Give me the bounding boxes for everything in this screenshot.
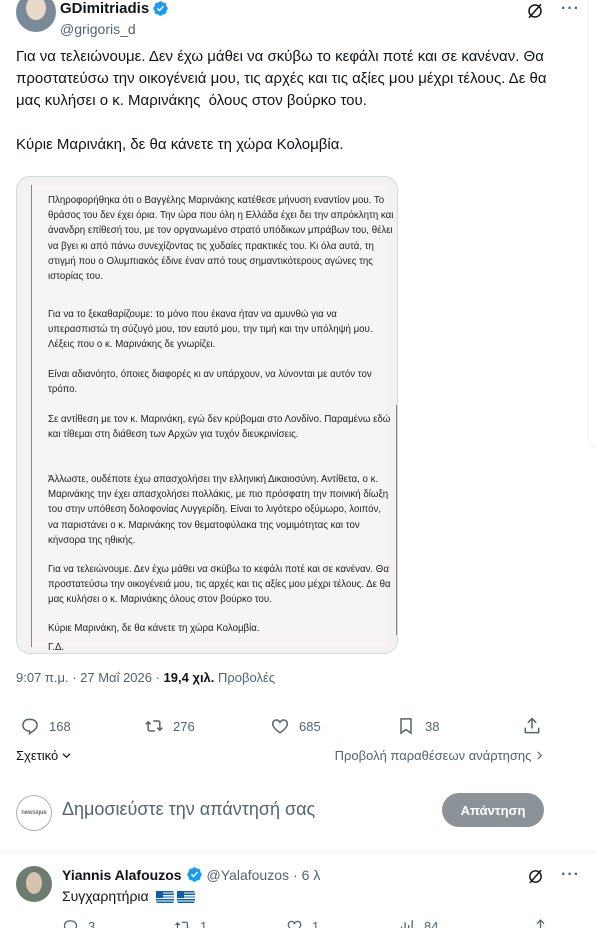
reply-views-count: 84 bbox=[424, 919, 439, 928]
letter-signature: Γ.Δ. bbox=[48, 642, 65, 653]
view-quotes-link[interactable]: Προβολή παραθέσεων ανάρτησης bbox=[335, 748, 544, 763]
reply-text-row: Συγχαρητήρια bbox=[62, 888, 195, 904]
reply-author-handle[interactable]: @Yalafouzos bbox=[207, 867, 289, 883]
grok-icon[interactable] bbox=[526, 2, 544, 20]
letter-paragraph: Για να τελειώνουμε. Δεν έχω μάθει να σκύ… bbox=[48, 564, 391, 606]
bookmark-count: 38 bbox=[425, 718, 440, 734]
reply-icon bbox=[22, 718, 38, 735]
share-button[interactable] bbox=[522, 716, 542, 736]
share-icon bbox=[534, 919, 547, 928]
letter-paragraph: Κύριε Μαρινάκη, δε θα κάνετε τη χώρα Κολ… bbox=[48, 623, 260, 634]
author-name[interactable]: GDimitriadis bbox=[60, 0, 149, 17]
letter-paragraph: Άλλωστε, ουδέποτε έχω απασχολήσει την ελ… bbox=[48, 474, 389, 546]
reply-reply-button[interactable]: 3 bbox=[62, 918, 95, 928]
repost-icon bbox=[145, 720, 163, 732]
reply-repost-count: 1 bbox=[200, 919, 208, 928]
reply-actions: 3 1 1 84 bbox=[62, 918, 580, 928]
reply-author-name[interactable]: Yiannis Alafouzos bbox=[62, 867, 182, 883]
submit-reply-button[interactable]: Απάντηση bbox=[442, 793, 544, 827]
reply-separator: · bbox=[293, 866, 298, 883]
like-icon bbox=[287, 920, 302, 928]
author-info: GDimitriadis @grigoris_d bbox=[60, 0, 169, 37]
reply-count: 168 bbox=[49, 718, 71, 734]
post-timestamp[interactable]: 9:07 π.μ. · 27 Μαΐ 2026 · bbox=[16, 670, 164, 685]
repost-button[interactable]: 276 bbox=[144, 716, 195, 736]
flag-icon bbox=[176, 891, 195, 904]
post-actions: 168 276 685 38 bbox=[16, 716, 580, 740]
letter-paragraph: Πληροφορήθηκα ότι ο Βαγγέλης Μαρινάκης κ… bbox=[48, 195, 394, 283]
post-text: Για να τελειώνουμε. Δεν έχω μάθει να σκύ… bbox=[16, 48, 547, 153]
like-button[interactable]: 685 bbox=[270, 716, 321, 736]
letter-paragraph: Για να το ξεκαθαρίζουμε: το μόνο που έκα… bbox=[48, 309, 373, 351]
verified-icon bbox=[186, 867, 202, 882]
related-dropdown[interactable]: Σχετικό bbox=[16, 748, 71, 763]
post-header: GDimitriadis @grigoris_d ··· bbox=[16, 0, 580, 40]
flag-icon bbox=[155, 891, 174, 904]
reply-repost-button[interactable]: 1 bbox=[174, 918, 207, 928]
reply-input[interactable]: Δημοσιεύστε την απάντησή σας bbox=[62, 799, 315, 820]
reply-composer: newsique Δημοσιεύστε την απάντησή σας Απ… bbox=[0, 785, 596, 833]
reply-reply-count: 3 bbox=[88, 919, 96, 928]
bookmark-button[interactable]: 38 bbox=[396, 716, 439, 736]
divider bbox=[0, 852, 596, 853]
reply-button[interactable]: 168 bbox=[20, 716, 71, 736]
reply-share-button[interactable] bbox=[532, 918, 549, 928]
repost-count: 276 bbox=[173, 718, 195, 734]
letter-border bbox=[396, 405, 397, 635]
quotes-label: Προβολή παραθέσεων ανάρτησης bbox=[334, 748, 532, 763]
reply-like-button[interactable]: 1 bbox=[286, 918, 319, 928]
composer-avatar: newsique bbox=[16, 795, 52, 831]
author-avatar[interactable] bbox=[16, 0, 56, 32]
chevron-right-icon bbox=[537, 751, 543, 760]
repost-icon bbox=[174, 921, 190, 928]
more-icon[interactable]: ··· bbox=[561, 0, 580, 18]
more-icon[interactable]: ··· bbox=[561, 866, 580, 884]
verified-icon bbox=[153, 1, 168, 16]
like-icon bbox=[271, 719, 289, 734]
reply-author-avatar[interactable] bbox=[16, 866, 52, 902]
like-count: 685 bbox=[299, 718, 321, 734]
side-panel-edge bbox=[588, 0, 596, 448]
post-meta: 9:07 π.μ. · 27 Μαΐ 2026 · 19,4 χιλ. Προβ… bbox=[16, 670, 275, 685]
views-icon bbox=[400, 920, 413, 928]
chevron-down-icon bbox=[62, 753, 71, 759]
letter-paragraph: Σε αντίθεση με τον κ. Μαρινάκη, εγώ δεν … bbox=[48, 414, 391, 441]
reply-header: Yiannis Alafouzos @Yalafouzos · 6 λ bbox=[62, 866, 320, 883]
reply-text: Συγχαρητήρια bbox=[62, 888, 149, 904]
reply-time[interactable]: 6 λ bbox=[302, 867, 321, 883]
letter-paragraph: Είναι αδιανόητο, όποιες διαφορές κι αν υ… bbox=[48, 369, 372, 396]
views-label: Προβολές bbox=[214, 670, 276, 685]
author-name-row[interactable]: GDimitriadis bbox=[60, 0, 169, 17]
grok-icon[interactable] bbox=[527, 868, 544, 885]
post-image[interactable]: Πληροφορήθηκα ότι ο Βαγγέλης Μαρινάκης κ… bbox=[16, 176, 398, 654]
bookmark-icon bbox=[400, 718, 412, 735]
reply-views-button[interactable]: 84 bbox=[398, 918, 438, 928]
author-handle[interactable]: @grigoris_d bbox=[60, 21, 169, 37]
share-icon bbox=[524, 717, 540, 734]
statement-letter: Πληροφορήθηκα ότι ο Βαγγέλης Μαρινάκης κ… bbox=[31, 185, 393, 653]
reply-icon bbox=[63, 920, 78, 928]
views-count: 19,4 χιλ. bbox=[163, 670, 215, 685]
related-label: Σχετικό bbox=[16, 748, 59, 763]
reply-like-count: 1 bbox=[312, 919, 320, 928]
